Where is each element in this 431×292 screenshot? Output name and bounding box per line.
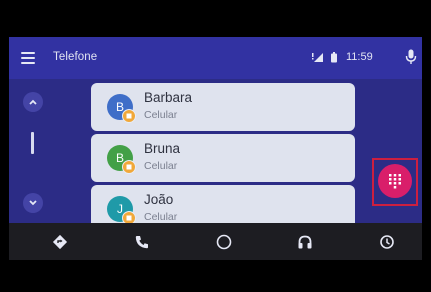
contact-name: Barbara	[144, 90, 193, 105]
overview-icon	[380, 235, 394, 249]
contact-type: Celular	[144, 211, 178, 223]
contact-name: João	[144, 192, 174, 207]
scrollbar-thumb[interactable]	[31, 132, 34, 154]
dialpad-icon	[389, 174, 401, 189]
bottom-navigation-bar	[9, 223, 422, 260]
scroll-up-button[interactable]	[23, 92, 43, 112]
battery-icon	[331, 52, 337, 63]
nav-media-button[interactable]	[296, 233, 314, 251]
contact-type: Celular	[144, 109, 178, 121]
chevron-down-icon	[29, 200, 37, 206]
android-auto-screen: Telefone 11:59 B Barbara Celular B Bruna…	[9, 37, 422, 260]
nav-phone-button[interactable]	[133, 233, 151, 251]
contact-badge-icon	[122, 109, 136, 123]
scroll-rail	[9, 79, 63, 219]
navigation-icon	[52, 234, 68, 250]
nav-overview-button[interactable]	[378, 233, 396, 251]
avatar: B	[107, 94, 136, 123]
home-icon	[216, 234, 232, 250]
avatar: B	[107, 145, 136, 174]
menu-icon[interactable]	[21, 52, 35, 64]
chevron-up-icon	[29, 99, 37, 105]
contact-card-barbara[interactable]: B Barbara Celular	[91, 83, 355, 131]
page-title: Telefone	[53, 51, 98, 63]
signal-icon	[312, 53, 323, 62]
contact-name: Bruna	[144, 141, 181, 156]
scroll-down-button[interactable]	[23, 193, 43, 213]
contact-card-bruna[interactable]: B Bruna Celular	[91, 134, 355, 182]
mic-icon[interactable]	[405, 49, 417, 65]
top-bar: Telefone 11:59	[9, 37, 422, 79]
contact-type: Celular	[144, 160, 178, 172]
status-clock: 11:59	[346, 51, 373, 63]
nav-navigation-button[interactable]	[51, 233, 69, 251]
avatar: J	[107, 196, 136, 225]
phone-icon	[135, 236, 148, 249]
nav-home-button[interactable]	[215, 233, 233, 251]
dialpad-button[interactable]	[378, 164, 412, 198]
contact-badge-icon	[122, 160, 136, 174]
headphones-icon	[298, 235, 312, 249]
